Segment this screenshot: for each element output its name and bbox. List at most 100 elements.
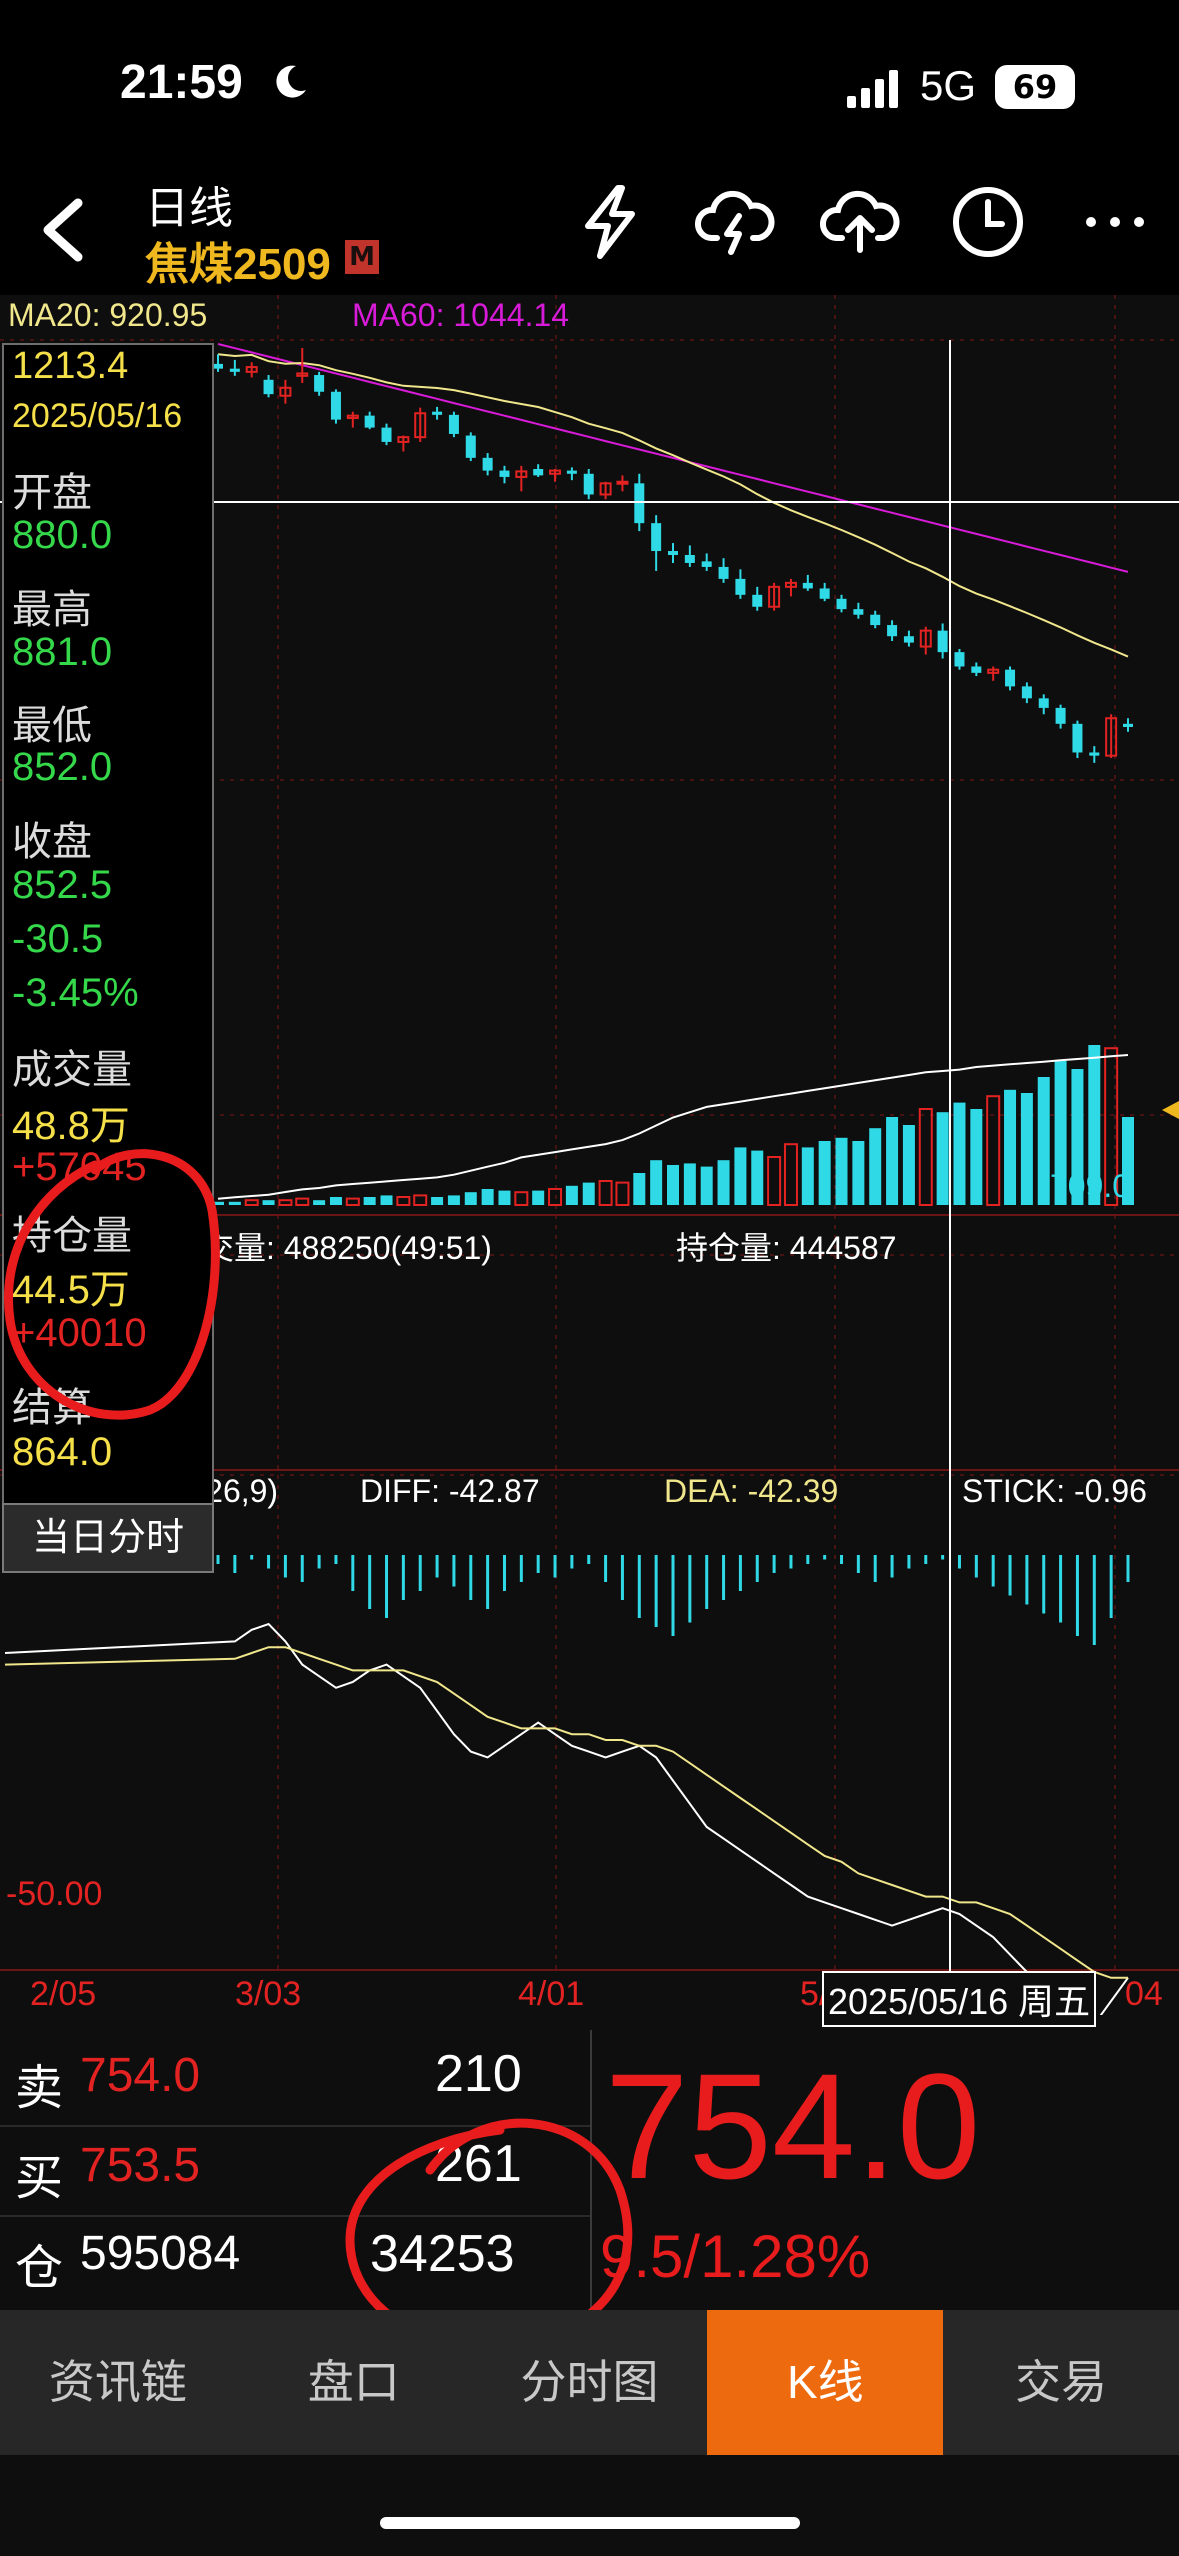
candle-body <box>735 578 746 595</box>
volume-readout: 成交量: 488250(49:51) <box>170 1230 492 1266</box>
clock-icon[interactable] <box>948 182 1028 262</box>
tab-intraday-chart[interactable]: 分时图 <box>472 2310 708 2455</box>
tab-orderbook[interactable]: 盘口 <box>236 2310 472 2455</box>
settle-label: 结算 <box>12 1386 92 1430</box>
cloud-upload-icon[interactable] <box>820 182 900 262</box>
candle-body <box>213 363 223 369</box>
low-price-marker: 709.0 <box>1050 1168 1131 1204</box>
volume-bar <box>565 1185 578 1205</box>
candle-body <box>583 473 594 495</box>
candle-body <box>364 415 375 428</box>
close-label: 收盘 <box>12 820 92 864</box>
home-indicator <box>380 2517 800 2529</box>
candle-body <box>448 414 459 434</box>
candle-body <box>718 566 729 579</box>
close-value: 852.5 <box>12 863 113 907</box>
volume-bar <box>481 1189 494 1205</box>
volume-bar <box>278 1199 293 1207</box>
volume-bar <box>918 1108 933 1206</box>
volume-bar <box>329 1197 342 1205</box>
more-icon[interactable] <box>1075 182 1155 262</box>
volume-bar <box>886 1117 899 1205</box>
sell-price: 754.0 <box>80 2049 201 2102</box>
signal-icon <box>847 70 898 108</box>
volume-bar <box>396 1196 411 1206</box>
ma20-label: MA20: 920.95 <box>8 297 208 333</box>
tab-news-chain[interactable]: 资讯链 <box>0 2310 236 2455</box>
ma20-path <box>217 353 1129 658</box>
volume-bar <box>700 1166 713 1205</box>
macd-histogram <box>216 1555 1130 1645</box>
candle-body <box>533 469 544 476</box>
change-pct-value: -3.45% <box>12 971 139 1015</box>
orderbook-row-line <box>0 2215 590 2217</box>
candle-body <box>1055 707 1066 724</box>
volume-bar <box>431 1197 444 1205</box>
candle-body <box>1123 723 1133 727</box>
ma60-label: MA60: 1044.14 <box>352 297 570 333</box>
dea-readout: DEA: -42.39 <box>664 1473 839 1509</box>
candle-body <box>684 555 695 563</box>
ma60-path <box>217 343 1129 573</box>
sell-label: 卖 <box>15 2062 64 2115</box>
cloud-download-icon[interactable] <box>695 182 775 262</box>
volume-bar <box>548 1188 563 1206</box>
lightning-icon[interactable] <box>570 182 650 262</box>
volume-bar <box>1020 1093 1033 1205</box>
battery-icon: 69 <box>995 65 1075 109</box>
volume-bar <box>869 1128 882 1205</box>
ma20-line <box>217 353 1129 658</box>
back-icon[interactable] <box>30 195 100 265</box>
price-pointer <box>1162 1101 1179 1119</box>
price-change: 9.5/1.28% <box>600 2223 871 2290</box>
volume-bar <box>953 1102 966 1205</box>
ma60-line <box>217 343 1129 573</box>
high-label: 最高 <box>12 588 92 632</box>
volume-bar <box>734 1147 747 1205</box>
volume-bar <box>1004 1089 1017 1205</box>
candle-body <box>853 609 864 615</box>
volume-bar <box>228 1201 241 1205</box>
volume-bar <box>615 1181 630 1206</box>
x-tick: 2/05 <box>30 1975 97 2013</box>
volume-bar <box>902 1125 915 1205</box>
volume-bar <box>295 1197 310 1206</box>
oi-row-change: 34253 <box>370 2225 515 2283</box>
candle-body <box>1021 686 1032 699</box>
volume-bar <box>650 1160 663 1205</box>
candle-body <box>1072 723 1083 753</box>
orderbook: 卖 754.0 210 买 753.5 261 仓 595084 34253 <box>0 2030 1179 2310</box>
oi-readout: 持仓量: 444587 <box>676 1230 897 1266</box>
tab-trade[interactable]: 交易 <box>943 2310 1179 2455</box>
volume-bar <box>970 1109 983 1205</box>
diff-readout: DIFF: -42.87 <box>360 1473 540 1509</box>
candle-body <box>802 582 813 589</box>
volume-bar <box>1037 1077 1050 1205</box>
volume-bar <box>835 1137 848 1205</box>
buy-label: 买 <box>15 2152 64 2205</box>
candle-body <box>819 588 830 599</box>
diff-line <box>4 1622 1129 2015</box>
contract-name[interactable]: 焦煤2509 <box>145 228 331 292</box>
oi-row-value: 595084 <box>80 2227 241 2280</box>
candle-body <box>701 561 712 567</box>
volume-bars <box>212 1045 1134 1207</box>
oi-change: +40010 <box>12 1311 147 1355</box>
oi-label: 持仓量 <box>12 1214 132 1258</box>
candle-body <box>229 368 240 372</box>
candle-body <box>330 391 341 420</box>
intraday-button[interactable]: 当日分时 <box>2 1503 214 1573</box>
volume-bar <box>783 1143 798 1207</box>
tab-kline[interactable]: K线 <box>707 2310 944 2455</box>
dea-line <box>4 1646 1128 1979</box>
volume-bar <box>818 1141 831 1205</box>
candle-body <box>887 625 898 637</box>
orderbook-divider <box>590 2030 592 2310</box>
volume-bar <box>633 1173 646 1205</box>
candle-body <box>836 598 847 610</box>
volume-bar <box>345 1197 360 1206</box>
candle-body <box>566 470 577 474</box>
high-value: 881.0 <box>12 630 113 674</box>
volume-bar <box>598 1180 613 1206</box>
orderbook-row-line <box>0 2125 590 2127</box>
